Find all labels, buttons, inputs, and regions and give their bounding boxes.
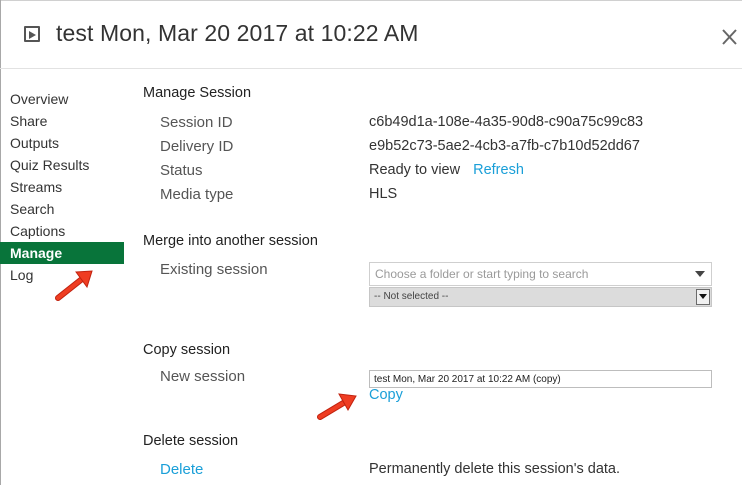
- sidebar-item-share[interactable]: Share: [0, 110, 124, 132]
- status-value: Ready to view: [369, 162, 461, 178]
- sidebar-item-captions[interactable]: Captions: [0, 220, 124, 242]
- status-label: Status: [160, 162, 203, 179]
- merge-section-title: Merge into another session: [143, 233, 318, 249]
- play-icon: [24, 26, 40, 42]
- close-icon[interactable]: [720, 22, 742, 52]
- select-dropdown-button[interactable]: [696, 289, 710, 305]
- session-id-value: c6b49d1a-108e-4a35-90d8-c90a75c99c83: [369, 114, 644, 130]
- existing-session-select[interactable]: -- Not selected --: [369, 287, 712, 307]
- copy-section-title: Copy session: [143, 342, 231, 358]
- chevron-down-icon: [699, 294, 707, 299]
- delete-description: Permanently delete this session's data.: [369, 461, 621, 477]
- existing-session-label: Existing session: [160, 261, 268, 278]
- manage-section-title: Manage Session: [143, 85, 252, 101]
- new-session-label: New session: [160, 368, 246, 385]
- annotation-arrow-icon: [317, 393, 357, 420]
- session-id-label: Session ID: [160, 114, 233, 131]
- sidebar-item-overview[interactable]: Overview: [0, 88, 124, 110]
- media-type-value: HLS: [369, 186, 398, 202]
- sidebar-item-manage[interactable]: Manage: [0, 242, 124, 264]
- delivery-id-value: e9b52c73-5ae2-4cb3-a7fb-c7b10d52dd67: [369, 138, 640, 154]
- sidebar-item-outputs[interactable]: Outputs: [0, 132, 124, 154]
- caret-down-icon: [695, 271, 705, 277]
- dialog-header: test Mon, Mar 20 2017 at 10:22 AM: [0, 0, 742, 69]
- sidebar-nav: Overview Share Outputs Quiz Results Stre…: [0, 88, 124, 286]
- session-search-combo[interactable]: Choose a folder or start typing to searc…: [369, 262, 712, 286]
- sidebar-item-quiz-results[interactable]: Quiz Results: [0, 154, 124, 176]
- existing-session-selected: -- Not selected --: [374, 291, 449, 302]
- sidebar-item-search[interactable]: Search: [0, 198, 124, 220]
- delete-section-title: Delete session: [143, 433, 239, 449]
- media-type-label: Media type: [160, 186, 234, 203]
- session-search-placeholder: Choose a folder or start typing to searc…: [375, 267, 589, 281]
- delivery-id-label: Delivery ID: [160, 138, 234, 155]
- delete-button[interactable]: Delete: [160, 461, 203, 478]
- sidebar-item-log[interactable]: Log: [0, 264, 124, 286]
- refresh-link[interactable]: Refresh: [473, 162, 524, 178]
- copy-button[interactable]: Copy: [369, 387, 403, 403]
- new-session-input[interactable]: [369, 370, 712, 388]
- sidebar-item-streams[interactable]: Streams: [0, 176, 124, 198]
- status-row: Ready to view Refresh: [369, 162, 524, 178]
- page-title: test Mon, Mar 20 2017 at 10:22 AM: [56, 20, 419, 46]
